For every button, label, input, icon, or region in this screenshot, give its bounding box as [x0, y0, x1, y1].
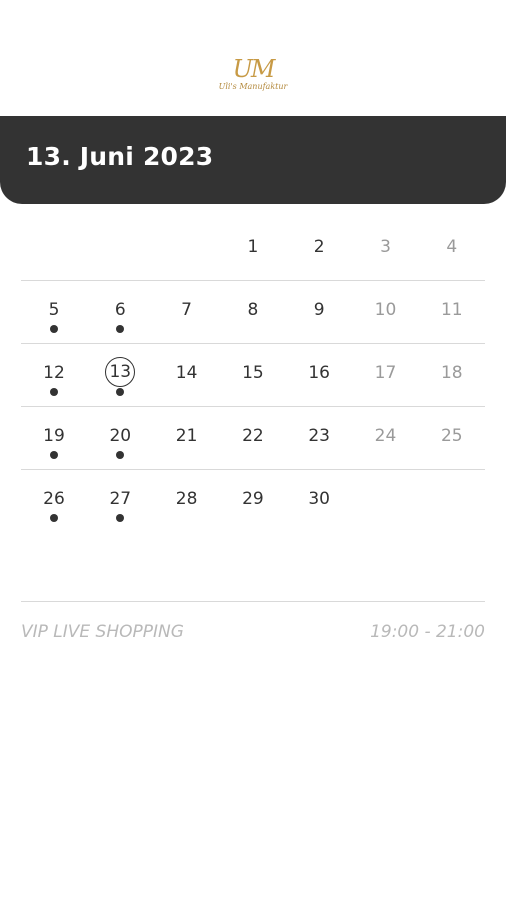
calendar-day[interactable]: 26 [21, 470, 87, 532]
calendar-week-row: 26 27 28 29 30 [21, 470, 485, 532]
calendar-day[interactable]: 5 [21, 281, 87, 343]
calendar-day-number: 17 [374, 363, 397, 383]
calendar-week-row: 19 20 21 22 23 24 25 [21, 407, 485, 470]
calendar-day-number: 16 [308, 363, 330, 383]
event-indicator-dot [50, 388, 58, 396]
calendar-day[interactable]: 30 [286, 470, 352, 532]
calendar-day-number: 19 [43, 426, 65, 446]
event-time: 19:00 - 21:00 [370, 622, 485, 642]
calendar-day[interactable]: 25 [419, 407, 485, 469]
calendar-day[interactable]: 22 [220, 407, 286, 469]
calendar-day[interactable]: 17 [353, 344, 419, 406]
calendar-day[interactable]: 9 [286, 281, 352, 343]
calendar-day-number: 8 [247, 300, 259, 320]
calendar-day[interactable]: 2 [286, 218, 352, 280]
selected-date-title: 13. Juni 2023 [26, 142, 214, 171]
calendar-day[interactable]: 19 [21, 407, 87, 469]
calendar-week-row: 5 6 7 8 9 10 11 [21, 281, 485, 344]
calendar-day-number: 25 [440, 426, 463, 446]
event-indicator-dot [50, 451, 58, 459]
calendar-day[interactable]: 1 [220, 218, 286, 280]
calendar-day-number: 4 [446, 237, 458, 257]
calendar-day[interactable]: 28 [154, 470, 220, 532]
event-name: VIP LIVE SHOPPING [21, 622, 184, 642]
calendar-day[interactable]: 23 [286, 407, 352, 469]
calendar-day-number: 24 [374, 426, 397, 446]
calendar-day-number: 26 [43, 489, 65, 509]
event-indicator-dot [116, 388, 125, 396]
calendar-day-number: 9 [313, 300, 325, 320]
calendar-day[interactable]: 29 [220, 470, 286, 532]
calendar-screen: UM Uli's Manufaktur 13. Juni 2023 123456… [0, 0, 506, 900]
calendar-day-number: 23 [308, 426, 330, 446]
calendar-day-number: 18 [440, 363, 463, 383]
calendar-day-number: 28 [175, 489, 198, 509]
calendar-day[interactable]: 11 [419, 281, 485, 343]
calendar-day[interactable]: 21 [154, 407, 220, 469]
event-divider [21, 601, 485, 602]
calendar-day-number: 12 [43, 363, 65, 383]
calendar-day-number: 6 [114, 300, 126, 320]
calendar-day-number: 21 [175, 426, 198, 446]
event-row[interactable]: VIP LIVE SHOPPING 19:00 - 21:00 [21, 622, 485, 646]
calendar-day[interactable]: 20 [87, 407, 153, 469]
calendar-day-number: 11 [440, 300, 463, 320]
calendar-day[interactable]: 10 [353, 281, 419, 343]
calendar-week-row: 12 13 14 15 16 17 18 [21, 344, 485, 407]
calendar-day[interactable]: 4 [419, 218, 485, 280]
calendar-day[interactable]: 12 [21, 344, 87, 406]
calendar-empty-cell [419, 470, 485, 532]
calendar-day[interactable]: 15 [220, 344, 286, 406]
calendar-day-number: 27 [109, 489, 132, 509]
logo-subtitle: Uli's Manufaktur [218, 82, 288, 91]
calendar-day-number: 15 [242, 363, 264, 383]
calendar-day-number: 7 [181, 300, 192, 320]
calendar-empty-cell [87, 218, 153, 280]
calendar-day[interactable]: 16 [286, 344, 352, 406]
calendar-empty-cell [21, 218, 87, 280]
calendar-empty-cell [154, 218, 220, 280]
calendar-day-number: 3 [380, 237, 391, 257]
event-indicator-dot [116, 325, 125, 333]
calendar-day[interactable]: 27 [87, 470, 153, 532]
event-indicator-dot [50, 325, 58, 333]
calendar-day-number: 20 [109, 426, 132, 446]
calendar-day-number: 29 [242, 489, 264, 509]
calendar-day[interactable]: 18 [419, 344, 485, 406]
month-calendar: 1 2 3 4 5 6 7 8 9 10 11 12 13 14 15 16 17 18 19 20 21 22 23 24 2… [21, 218, 485, 532]
calendar-day-number: 2 [313, 237, 325, 257]
calendar-empty-cell [353, 470, 419, 532]
logo-mark: UM [232, 55, 276, 83]
calendar-day-number: 1 [247, 237, 259, 257]
calendar-day[interactable]: 8 [220, 281, 286, 343]
calendar-day-number: 30 [308, 489, 330, 509]
calendar-day-number: 22 [242, 426, 264, 446]
calendar-day[interactable]: 14 [154, 344, 220, 406]
event-indicator-dot [116, 451, 125, 459]
event-indicator-dot [116, 514, 125, 522]
calendar-day[interactable]: 13 [87, 344, 153, 406]
calendar-week-row: 1 2 3 4 [21, 218, 485, 281]
calendar-day[interactable]: 3 [353, 218, 419, 280]
calendar-day-number: 10 [374, 300, 397, 320]
calendar-day-number: 14 [175, 363, 198, 383]
brand-logo: UM Uli's Manufaktur [0, 56, 506, 100]
calendar-day-number: 13 [105, 357, 136, 387]
calendar-day[interactable]: 24 [353, 407, 419, 469]
date-header: 13. Juni 2023 [0, 116, 506, 204]
calendar-day[interactable]: 6 [87, 281, 153, 343]
event-indicator-dot [50, 514, 58, 522]
calendar-day-number: 5 [48, 300, 60, 320]
calendar-day[interactable]: 7 [154, 281, 220, 343]
